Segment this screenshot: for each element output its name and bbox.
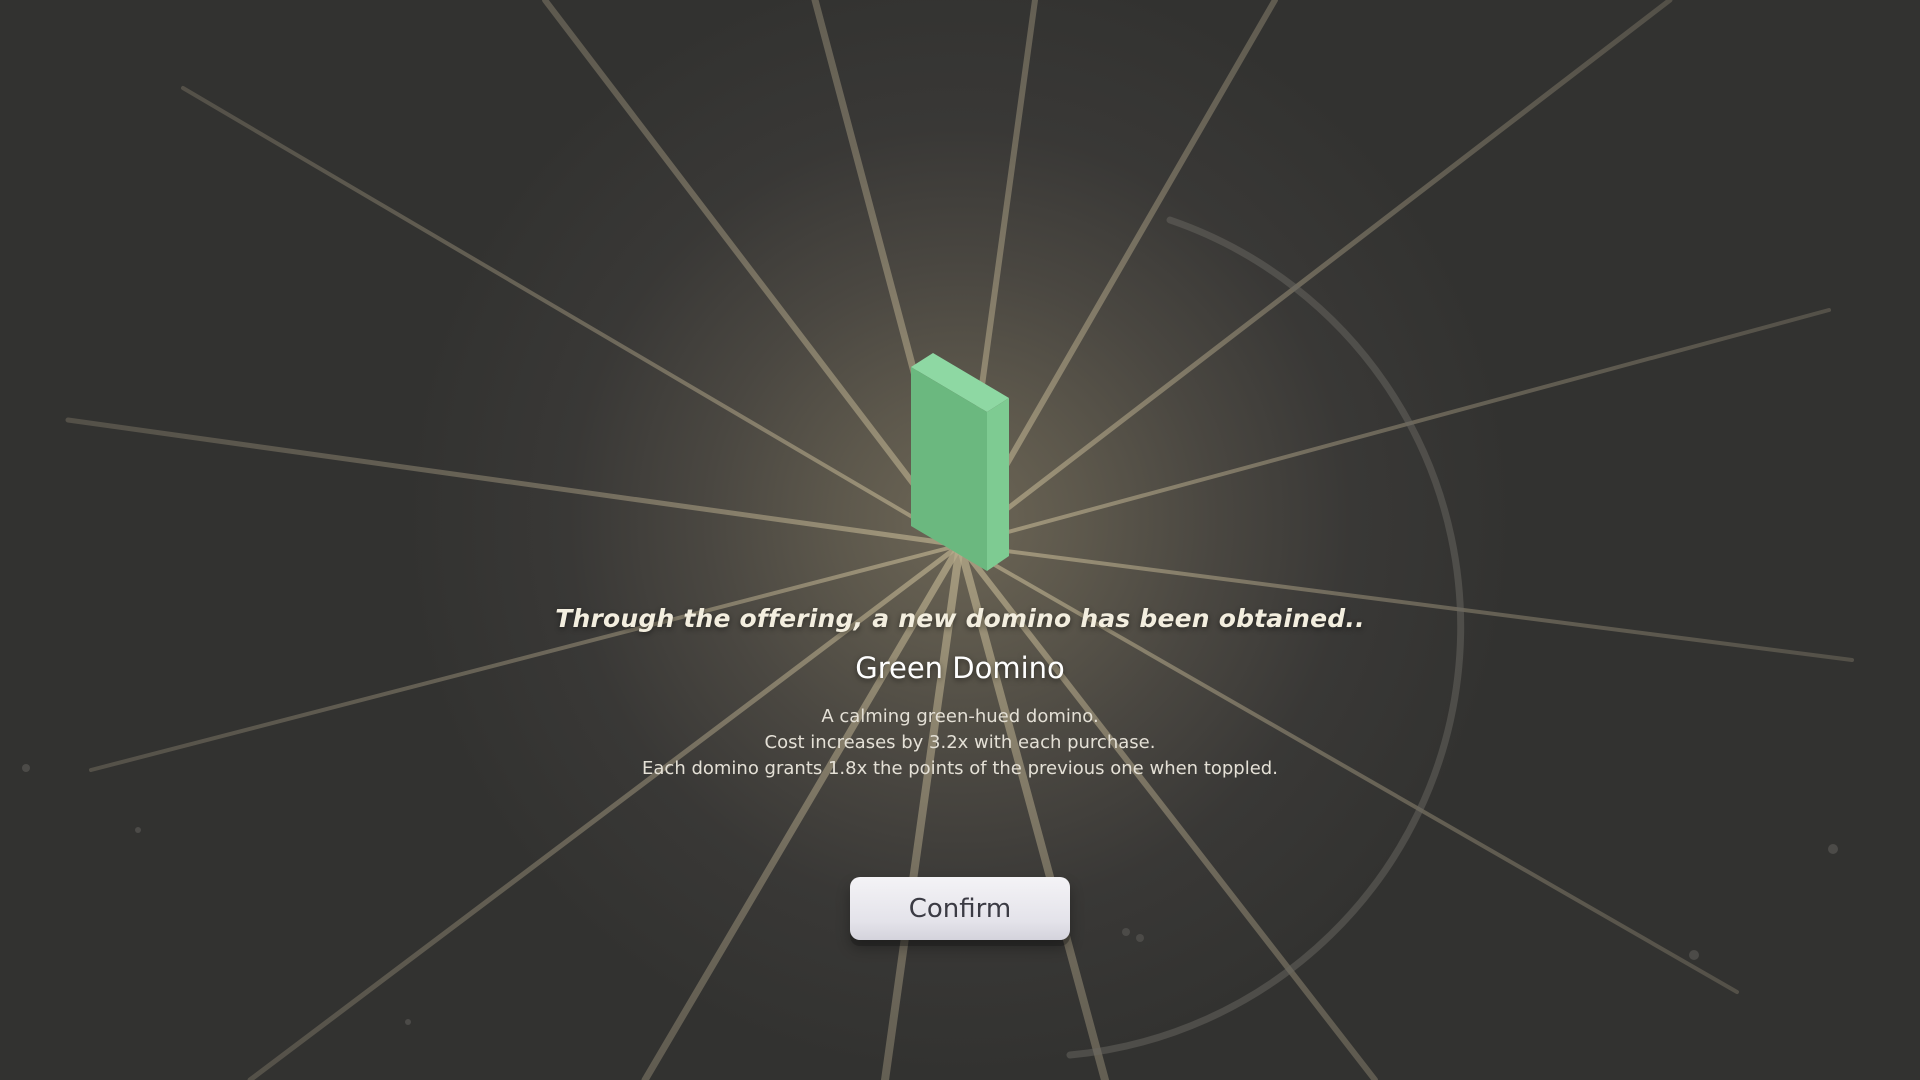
reward-headline: Through the offering, a new domino has b… — [555, 604, 1365, 633]
reward-text: Through the offering, a new domino has b… — [0, 600, 1920, 782]
item-description: A calming green-hued domino. Cost increa… — [0, 704, 1920, 782]
domino-side-face — [987, 398, 1009, 571]
description-line: A calming green-hued domino. — [821, 706, 1099, 727]
confirm-button[interactable]: Confirm — [850, 877, 1070, 940]
description-line: Cost increases by 3.2x with each purchas… — [764, 732, 1156, 753]
reward-screen: Through the offering, a new domino has b… — [0, 0, 1920, 1080]
description-line: Each domino grants 1.8x the points of th… — [642, 758, 1278, 779]
green-domino-icon — [911, 353, 1009, 571]
item-name: Green Domino — [855, 651, 1065, 685]
